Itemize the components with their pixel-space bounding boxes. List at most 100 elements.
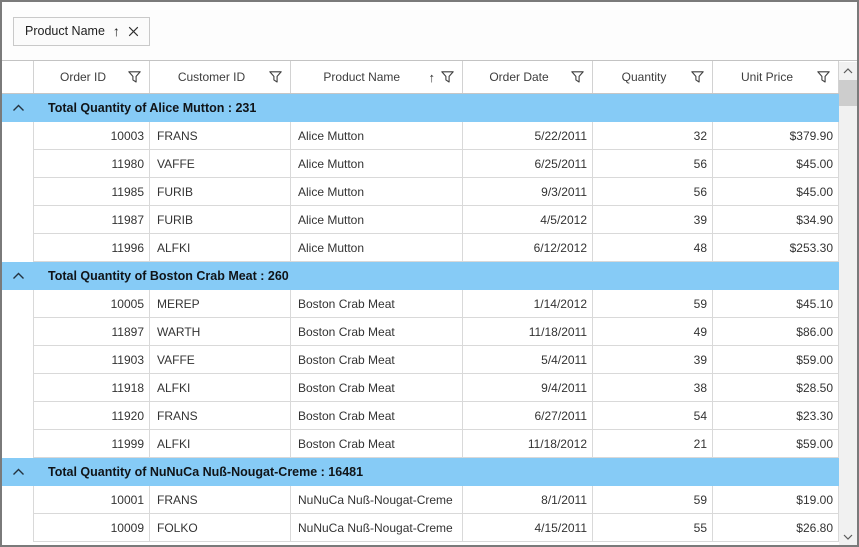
column-header-product-name[interactable]: Product Name ↑ bbox=[291, 61, 463, 93]
cell-order-id[interactable]: 10005 bbox=[34, 290, 150, 318]
cell-order-id[interactable]: 10001 bbox=[34, 486, 150, 514]
table-row[interactable]: 11920 FRANS Boston Crab Meat 6/27/2011 54 $23… bbox=[2, 402, 839, 430]
cell-order-date[interactable]: 4/15/2011 bbox=[463, 514, 593, 542]
cell-customer-id[interactable]: FRANS bbox=[150, 122, 291, 150]
collapse-chevron-icon[interactable] bbox=[2, 458, 34, 486]
cell-order-id[interactable]: 10003 bbox=[34, 122, 150, 150]
cell-quantity[interactable]: 48 bbox=[593, 234, 713, 262]
vertical-scrollbar[interactable] bbox=[839, 62, 857, 545]
cell-order-id[interactable]: 11920 bbox=[34, 402, 150, 430]
cell-order-id[interactable]: 11987 bbox=[34, 206, 150, 234]
cell-order-id[interactable]: 11903 bbox=[34, 346, 150, 374]
filter-icon[interactable] bbox=[269, 71, 282, 83]
cell-product-name[interactable]: Boston Crab Meat bbox=[291, 290, 463, 318]
cell-quantity[interactable]: 55 bbox=[593, 514, 713, 542]
cell-customer-id[interactable]: VAFFE bbox=[150, 346, 291, 374]
collapse-chevron-icon[interactable] bbox=[2, 94, 34, 122]
table-row[interactable]: 11980 VAFFE Alice Mutton 6/25/2011 56 $45.00 bbox=[2, 150, 839, 178]
filter-icon[interactable] bbox=[571, 71, 584, 83]
cell-unit-price[interactable]: $59.00 bbox=[713, 346, 839, 374]
filter-icon[interactable] bbox=[441, 71, 454, 83]
cell-product-name[interactable]: Boston Crab Meat bbox=[291, 402, 463, 430]
cell-product-name[interactable]: Alice Mutton bbox=[291, 178, 463, 206]
cell-customer-id[interactable]: FRANS bbox=[150, 402, 291, 430]
table-row[interactable]: 11999 ALFKI Boston Crab Meat 11/18/2012 21 $5… bbox=[2, 430, 839, 458]
group-caption-row[interactable]: Total Quantity of Boston Crab Meat : 260 bbox=[2, 262, 839, 290]
cell-customer-id[interactable]: WARTH bbox=[150, 318, 291, 346]
table-row[interactable]: 10001 FRANS NuNuCa Nuß-Nougat-Creme 8/1/201… bbox=[2, 486, 839, 514]
cell-order-id[interactable]: 11897 bbox=[34, 318, 150, 346]
cell-quantity[interactable]: 56 bbox=[593, 178, 713, 206]
group-caption-row[interactable]: Total Quantity of Alice Mutton : 231 bbox=[2, 94, 839, 122]
cell-unit-price[interactable]: $45.00 bbox=[713, 178, 839, 206]
cell-product-name[interactable]: Alice Mutton bbox=[291, 234, 463, 262]
cell-quantity[interactable]: 59 bbox=[593, 486, 713, 514]
cell-customer-id[interactable]: ALFKI bbox=[150, 430, 291, 458]
cell-unit-price[interactable]: $379.90 bbox=[713, 122, 839, 150]
column-header-order-date[interactable]: Order Date bbox=[463, 61, 593, 93]
group-chip-product-name[interactable]: Product Name ↑ bbox=[13, 16, 150, 46]
cell-unit-price[interactable]: $23.30 bbox=[713, 402, 839, 430]
table-row[interactable]: 11985 FURIB Alice Mutton 9/3/2011 56 $45.00 bbox=[2, 178, 839, 206]
cell-quantity[interactable]: 49 bbox=[593, 318, 713, 346]
cell-product-name[interactable]: Boston Crab Meat bbox=[291, 430, 463, 458]
collapse-chevron-icon[interactable] bbox=[2, 262, 34, 290]
cell-order-date[interactable]: 6/12/2012 bbox=[463, 234, 593, 262]
table-row[interactable]: 11897 WARTH Boston Crab Meat 11/18/2011 49 $8… bbox=[2, 318, 839, 346]
column-header-order-id[interactable]: Order ID bbox=[34, 61, 150, 93]
cell-product-name[interactable]: Alice Mutton bbox=[291, 206, 463, 234]
filter-icon[interactable] bbox=[817, 71, 830, 83]
cell-quantity[interactable]: 21 bbox=[593, 430, 713, 458]
scroll-up-button[interactable] bbox=[839, 62, 857, 79]
cell-order-date[interactable]: 9/3/2011 bbox=[463, 178, 593, 206]
table-row[interactable]: 10005 MEREP Boston Crab Meat 1/14/2012 59 $45… bbox=[2, 290, 839, 318]
cell-product-name[interactable]: NuNuCa Nuß-Nougat-Creme bbox=[291, 486, 463, 514]
cell-order-date[interactable]: 11/18/2011 bbox=[463, 318, 593, 346]
cell-order-id[interactable]: 10009 bbox=[34, 514, 150, 542]
cell-product-name[interactable]: Alice Mutton bbox=[291, 150, 463, 178]
cell-customer-id[interactable]: ALFKI bbox=[150, 374, 291, 402]
cell-product-name[interactable]: NuNuCa Nuß-Nougat-Creme bbox=[291, 514, 463, 542]
cell-customer-id[interactable]: VAFFE bbox=[150, 150, 291, 178]
cell-quantity[interactable]: 32 bbox=[593, 122, 713, 150]
cell-quantity[interactable]: 39 bbox=[593, 346, 713, 374]
cell-unit-price[interactable]: $28.50 bbox=[713, 374, 839, 402]
cell-product-name[interactable]: Alice Mutton bbox=[291, 122, 463, 150]
table-row[interactable]: 10009 FOLKO NuNuCa Nuß-Nougat-Creme 4/15/20… bbox=[2, 514, 839, 542]
cell-customer-id[interactable]: FURIB bbox=[150, 178, 291, 206]
column-header-quantity[interactable]: Quantity bbox=[593, 61, 713, 93]
cell-unit-price[interactable]: $19.00 bbox=[713, 486, 839, 514]
cell-order-date[interactable]: 5/4/2011 bbox=[463, 346, 593, 374]
cell-product-name[interactable]: Boston Crab Meat bbox=[291, 318, 463, 346]
cell-product-name[interactable]: Boston Crab Meat bbox=[291, 346, 463, 374]
cell-customer-id[interactable]: MEREP bbox=[150, 290, 291, 318]
cell-quantity[interactable]: 59 bbox=[593, 290, 713, 318]
cell-order-id[interactable]: 11996 bbox=[34, 234, 150, 262]
table-row[interactable]: 11987 FURIB Alice Mutton 4/5/2012 39 $34.90 bbox=[2, 206, 839, 234]
cell-customer-id[interactable]: FOLKO bbox=[150, 514, 291, 542]
cell-quantity[interactable]: 38 bbox=[593, 374, 713, 402]
column-header-customer-id[interactable]: Customer ID bbox=[150, 61, 291, 93]
cell-quantity[interactable]: 56 bbox=[593, 150, 713, 178]
cell-order-date[interactable]: 4/5/2012 bbox=[463, 206, 593, 234]
table-row[interactable]: 11918 ALFKI Boston Crab Meat 9/4/2011 38 $28.… bbox=[2, 374, 839, 402]
cell-unit-price[interactable]: $86.00 bbox=[713, 318, 839, 346]
cell-customer-id[interactable]: FURIB bbox=[150, 206, 291, 234]
cell-order-id[interactable]: 11980 bbox=[34, 150, 150, 178]
cell-unit-price[interactable]: $45.00 bbox=[713, 150, 839, 178]
cell-product-name[interactable]: Boston Crab Meat bbox=[291, 374, 463, 402]
cell-unit-price[interactable]: $34.90 bbox=[713, 206, 839, 234]
filter-icon[interactable] bbox=[691, 71, 704, 83]
cell-unit-price[interactable]: $59.00 bbox=[713, 430, 839, 458]
cell-order-date[interactable]: 9/4/2011 bbox=[463, 374, 593, 402]
scrollbar-thumb[interactable] bbox=[839, 80, 857, 106]
cell-customer-id[interactable]: FRANS bbox=[150, 486, 291, 514]
cell-order-date[interactable]: 6/27/2011 bbox=[463, 402, 593, 430]
group-drop-area[interactable]: Product Name ↑ bbox=[2, 2, 857, 61]
sort-ascending-icon[interactable]: ↑ bbox=[113, 24, 120, 38]
cell-unit-price[interactable]: $253.30 bbox=[713, 234, 839, 262]
table-row[interactable]: 10003 FRANS Alice Mutton 5/22/2011 32 $379.90 bbox=[2, 122, 839, 150]
cell-quantity[interactable]: 54 bbox=[593, 402, 713, 430]
filter-icon[interactable] bbox=[128, 71, 141, 83]
cell-order-date[interactable]: 5/22/2011 bbox=[463, 122, 593, 150]
